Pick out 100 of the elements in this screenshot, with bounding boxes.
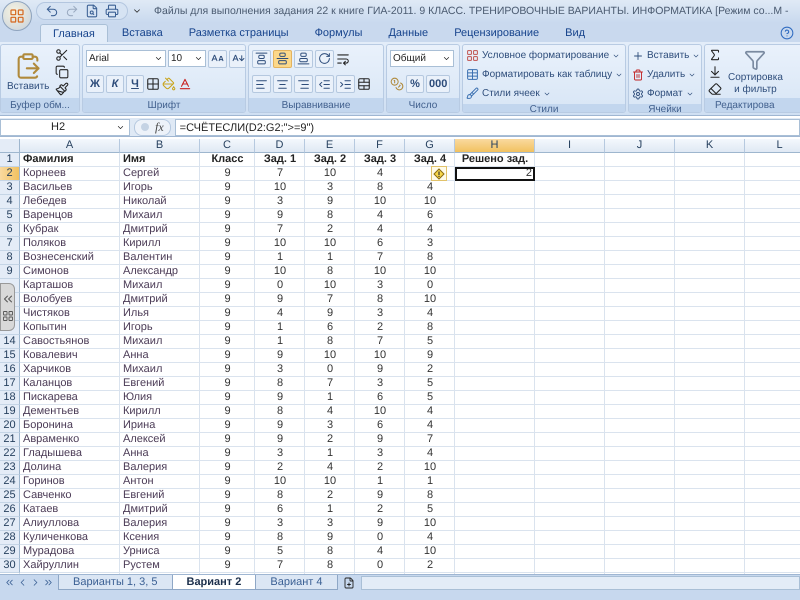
paste-button[interactable]: Вставить bbox=[4, 47, 52, 96]
column-header[interactable]: F bbox=[355, 139, 405, 153]
column-header[interactable]: C bbox=[200, 139, 255, 153]
increase-indent-button[interactable] bbox=[336, 75, 355, 94]
font-name-field[interactable]: Arial bbox=[86, 50, 166, 68]
align-left-button[interactable] bbox=[252, 75, 271, 94]
print-icon[interactable] bbox=[105, 4, 119, 18]
row-header[interactable]: 22 bbox=[0, 447, 20, 461]
row-header[interactable]: 2 bbox=[0, 167, 20, 181]
italic-button[interactable]: К bbox=[106, 75, 124, 94]
column-header[interactable]: K bbox=[675, 139, 745, 153]
percent-button[interactable]: % bbox=[406, 75, 424, 93]
fill-color-icon[interactable] bbox=[162, 77, 176, 92]
column-header[interactable]: G bbox=[405, 139, 455, 153]
first-sheet-icon[interactable] bbox=[4, 577, 15, 588]
column-header[interactable]: J bbox=[605, 139, 675, 153]
video-control-overlay[interactable] bbox=[0, 283, 15, 331]
autosum-icon[interactable] bbox=[708, 48, 722, 62]
ribbon-tab[interactable]: Главная bbox=[40, 24, 108, 42]
row-header[interactable]: 25 bbox=[0, 489, 20, 503]
ribbon-tab[interactable]: Вставка bbox=[110, 24, 175, 42]
cut-icon[interactable] bbox=[55, 48, 70, 62]
sheet-tab[interactable]: Вариант 2 bbox=[172, 575, 256, 590]
row-header[interactable]: 18 bbox=[0, 391, 20, 405]
column-header[interactable]: D bbox=[255, 139, 305, 153]
currency-icon[interactable] bbox=[390, 77, 404, 91]
row-header[interactable]: 5 bbox=[0, 209, 20, 223]
print-preview-icon[interactable] bbox=[85, 4, 99, 18]
vertical-align-button[interactable] bbox=[252, 50, 271, 68]
formula-bar-handle-icon[interactable] bbox=[141, 123, 149, 131]
row-header[interactable]: 26 bbox=[0, 503, 20, 517]
align-right-button[interactable] bbox=[294, 75, 313, 94]
row-header[interactable]: 20 bbox=[0, 419, 20, 433]
formula-field[interactable]: =СЧЁТЕСЛИ(D2:G2;">=9") bbox=[174, 118, 800, 136]
align-center-button[interactable] bbox=[273, 75, 292, 94]
row-header[interactable]: 4 bbox=[0, 195, 20, 209]
cells-menu-item[interactable]: Вставить bbox=[632, 47, 700, 64]
column-header[interactable]: I bbox=[535, 139, 605, 153]
last-sheet-icon[interactable] bbox=[43, 577, 54, 588]
grow-font-button[interactable] bbox=[208, 50, 227, 68]
font-color-icon[interactable] bbox=[178, 77, 192, 92]
row-header[interactable]: 17 bbox=[0, 377, 20, 391]
column-header[interactable]: L bbox=[745, 139, 800, 153]
column-header[interactable]: A bbox=[20, 139, 120, 153]
row-header[interactable]: 29 bbox=[0, 545, 20, 559]
column-header[interactable]: H bbox=[455, 139, 535, 153]
borders-icon[interactable] bbox=[146, 77, 160, 92]
sort-filter-button[interactable]: Сортировка и фильтр bbox=[725, 47, 786, 96]
ribbon-tab[interactable]: Вид bbox=[553, 24, 598, 42]
font-size-field[interactable]: 10 bbox=[168, 50, 206, 68]
warning-icon[interactable] bbox=[433, 168, 445, 180]
row-header[interactable]: 14 bbox=[0, 335, 20, 349]
merge-icon[interactable] bbox=[357, 77, 371, 92]
row-header[interactable]: 9 bbox=[0, 265, 20, 279]
row-header[interactable]: 30 bbox=[0, 559, 20, 573]
shrink-font-button[interactable] bbox=[229, 50, 245, 68]
cells-menu-item[interactable]: Формат bbox=[632, 85, 700, 102]
sheet-tab[interactable]: Варианты 1, 3, 5 bbox=[58, 575, 172, 590]
row-header[interactable]: 16 bbox=[0, 363, 20, 377]
row-header[interactable]: 27 bbox=[0, 517, 20, 531]
vertical-align-button[interactable] bbox=[273, 50, 292, 68]
wrap-text-icon[interactable] bbox=[336, 52, 350, 66]
ribbon-tab[interactable]: Рецензирование bbox=[442, 24, 552, 42]
ribbon-tab[interactable]: Формулы bbox=[302, 24, 374, 42]
bold-button[interactable]: Ж bbox=[86, 75, 104, 94]
row-header[interactable]: 23 bbox=[0, 461, 20, 475]
undo-icon[interactable] bbox=[45, 4, 59, 18]
name-box[interactable]: H2 bbox=[0, 118, 130, 136]
new-sheet-icon[interactable] bbox=[342, 576, 354, 588]
underline-button[interactable]: Ч bbox=[126, 75, 144, 94]
row-header[interactable]: 21 bbox=[0, 433, 20, 447]
column-header[interactable]: E bbox=[305, 139, 355, 153]
row-header[interactable]: 1 bbox=[0, 153, 20, 167]
styles-menu-item[interactable]: Стили ячеек bbox=[466, 85, 624, 102]
row-header[interactable]: 19 bbox=[0, 405, 20, 419]
ribbon-tab[interactable]: Разметка страницы bbox=[176, 24, 301, 42]
horizontal-scrollbar[interactable] bbox=[360, 576, 800, 590]
office-button[interactable] bbox=[2, 1, 32, 31]
vertical-align-button[interactable] bbox=[294, 50, 313, 68]
row-header[interactable]: 7 bbox=[0, 237, 20, 251]
row-header[interactable]: 28 bbox=[0, 531, 20, 545]
styles-menu-item[interactable]: Форматировать как таблицу bbox=[466, 66, 624, 83]
styles-menu-item[interactable]: Условное форматирование bbox=[466, 47, 624, 64]
decrease-indent-button[interactable] bbox=[315, 75, 334, 94]
sheet-tab[interactable]: Вариант 4 bbox=[255, 575, 338, 590]
help-icon[interactable] bbox=[780, 26, 794, 40]
row-header[interactable]: 15 bbox=[0, 349, 20, 363]
eraser-icon[interactable] bbox=[708, 82, 722, 96]
format-painter-icon[interactable] bbox=[55, 82, 70, 96]
ribbon-tab[interactable]: Данные bbox=[376, 24, 440, 42]
cells-menu-item[interactable]: Удалить bbox=[632, 66, 700, 83]
orientation-button[interactable] bbox=[315, 50, 334, 68]
row-header[interactable]: 6 bbox=[0, 223, 20, 237]
row-header[interactable]: 24 bbox=[0, 475, 20, 489]
thousands-button[interactable]: 000 bbox=[426, 75, 450, 93]
number-format-field[interactable]: Общий bbox=[390, 50, 454, 67]
fill-down-icon[interactable] bbox=[708, 64, 722, 78]
column-header[interactable]: B bbox=[120, 139, 200, 153]
row-header[interactable]: 8 bbox=[0, 251, 20, 265]
copy-icon[interactable] bbox=[55, 64, 70, 78]
